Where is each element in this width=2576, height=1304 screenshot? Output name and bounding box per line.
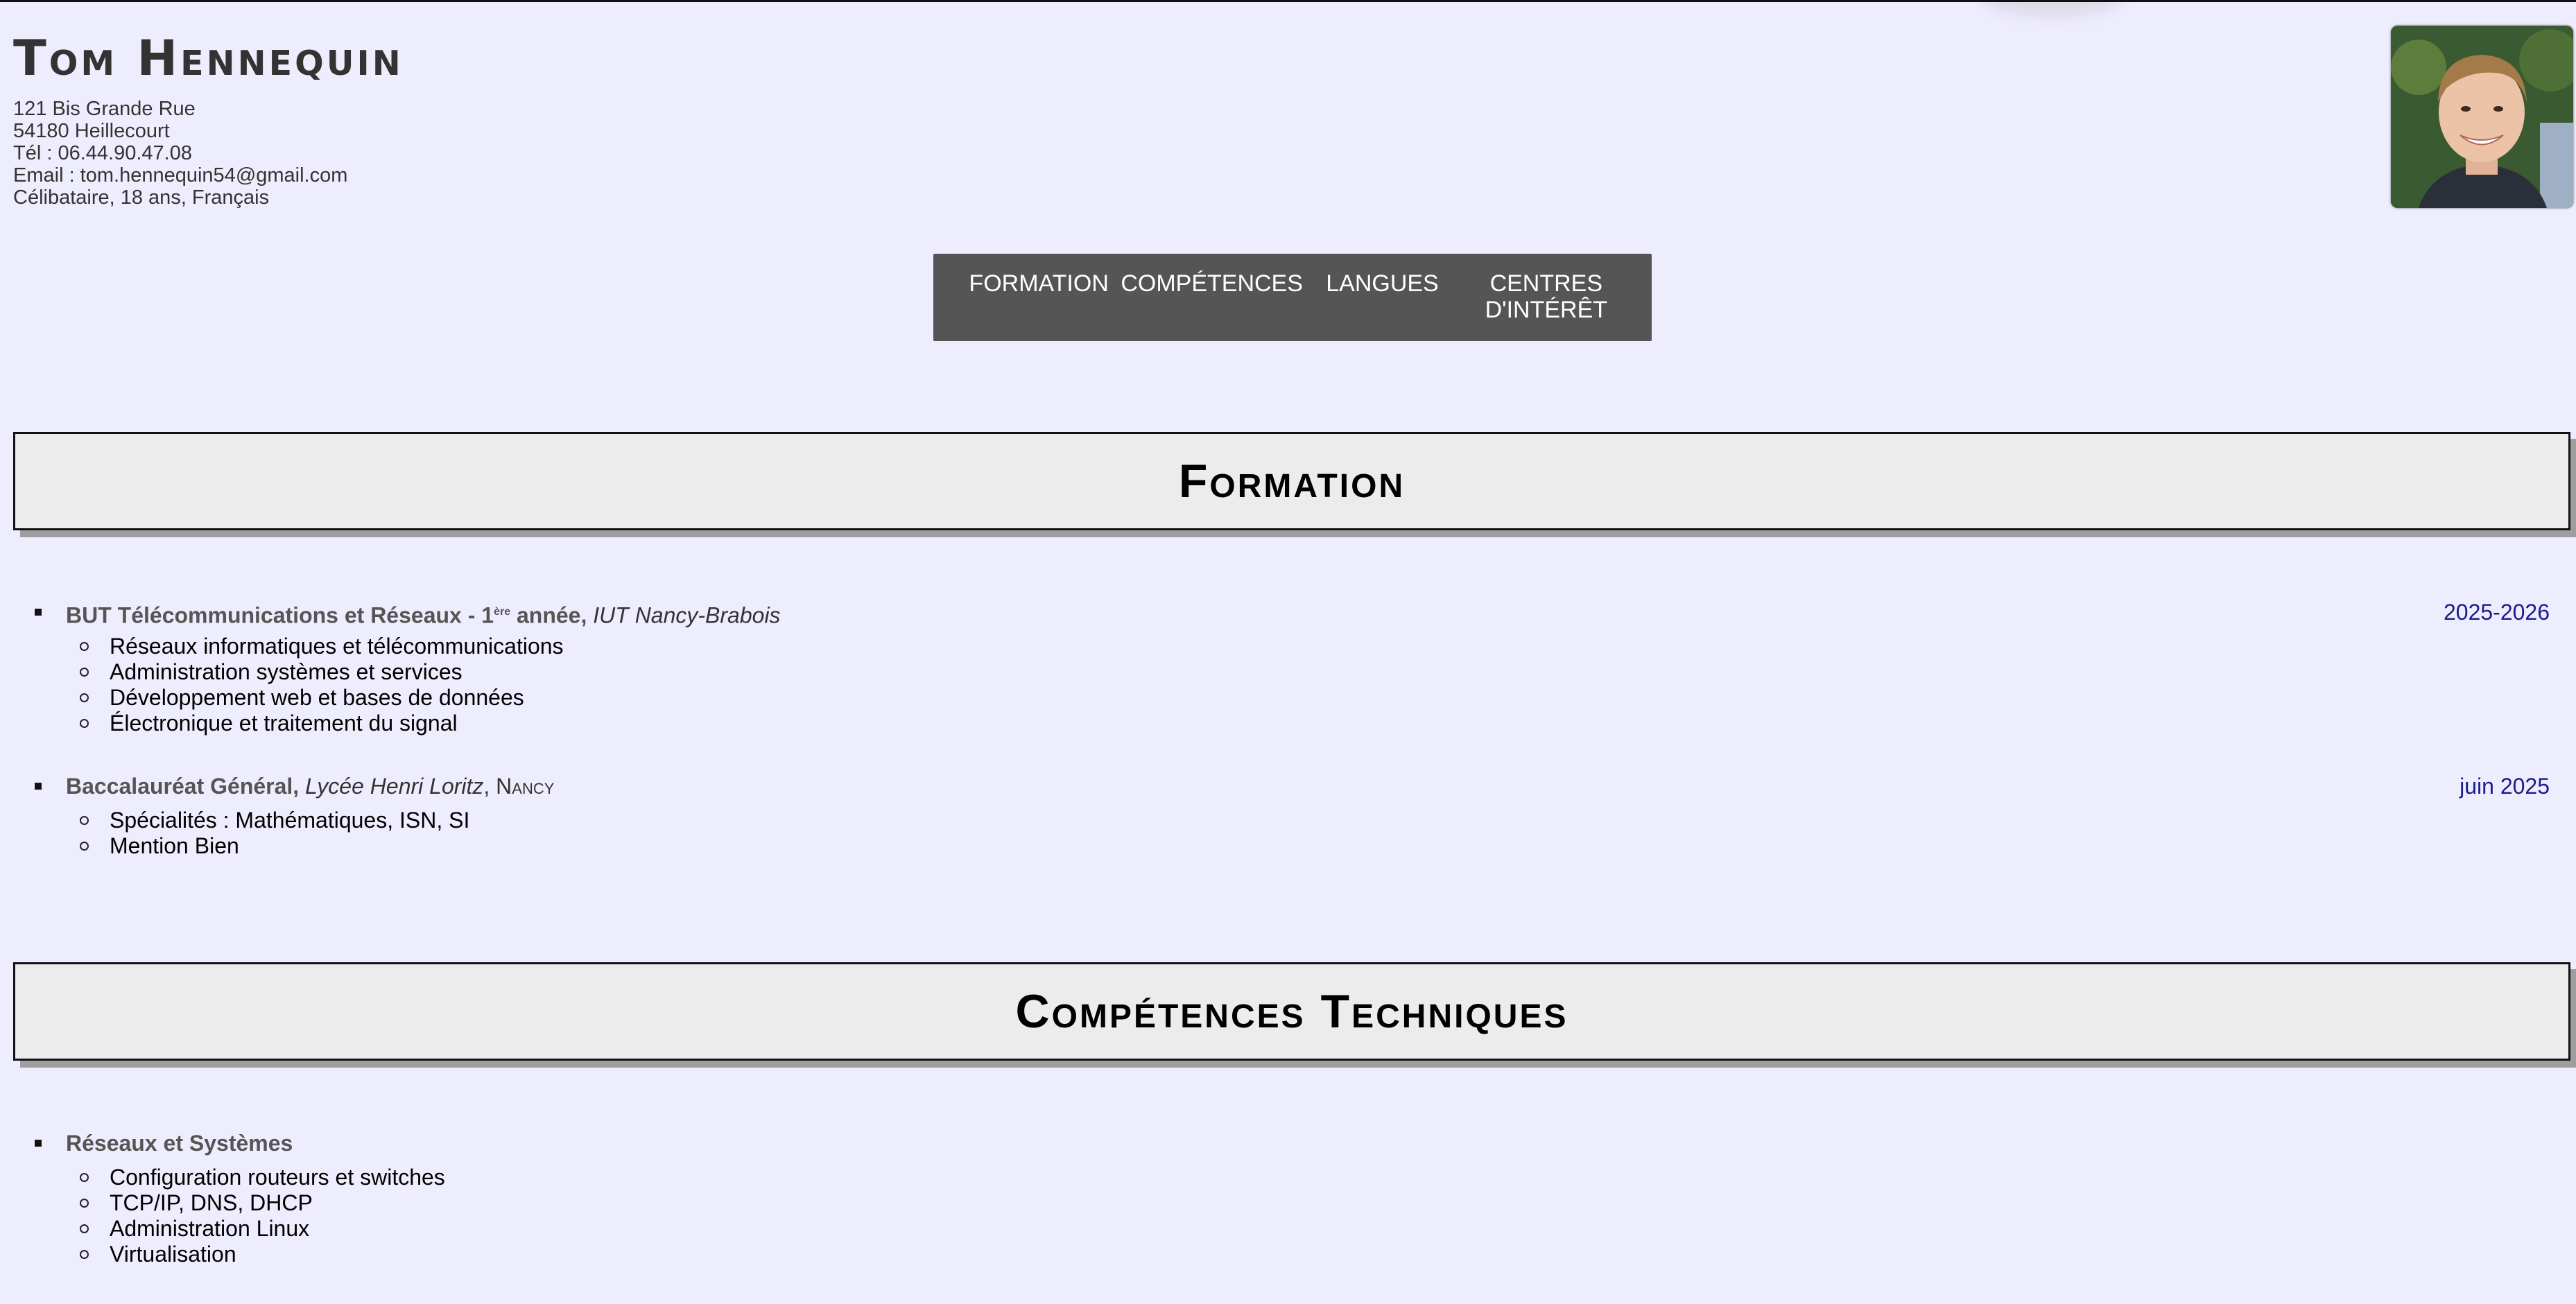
institution-name: IUT Nancy-Brabois [593,602,781,628]
category-name: Réseaux et Systèmes [66,1131,293,1156]
degree-suffix: année, [510,602,594,628]
entry-heading: BUT Télécommunications et Réseaux - 1ère… [35,599,781,629]
list-item: Spécialités : Mathématiques, ISN, SI [79,808,470,833]
list-item: Administration Linux [80,1216,445,1242]
institution-name: Lycée Henri Loritz [305,774,484,799]
formation-title: Formation [1178,455,1406,507]
degree-name: Baccalauréat Général, [66,774,306,799]
list-item: Mention Bien [79,833,469,859]
course-list: Réseaux informatiques et télécommunicati… [80,634,564,736]
list-item: Électronique et traitement du signal [80,711,564,736]
competences-title: Compétences Techniques [1015,985,1568,1038]
list-item: Réseaux informatiques et télécommunicati… [80,634,564,659]
email-address: Email : tom.hennequin54@gmail.com [13,164,348,186]
nav-centres-interet[interactable]: CENTRES D'INTÉRÊT [1464,254,1628,341]
ordinal-suffix: ère [494,606,511,618]
nav-langues[interactable]: LANGUES [1300,254,1464,341]
top-shadow [1983,0,2122,16]
formation-section-header: Formation [13,432,2570,530]
entry-date: juin 2025 [2460,774,2550,799]
detail-list: Spécialités : Mathématiques, ISN, SI Men… [79,808,470,859]
personal-status: Célibataire, 18 ans, Français [13,186,270,209]
square-bullet-icon [35,783,42,790]
list-item: Administration systèmes et services [80,659,564,685]
skill-list: Configuration routeurs et switches TCP/I… [80,1165,445,1267]
profile-photo [2391,26,2573,208]
entry-date: 2025-2026 [2443,600,2550,625]
nav-competences[interactable]: COMPÉTENCES [1121,254,1303,341]
city-name: Nancy [496,774,555,799]
person-name: Tom Hennequin [13,30,404,87]
list-item: Configuration routeurs et switches [80,1165,445,1190]
contact-info: 121 Bis Grande Rue 54180 Heillecourt Tél… [13,98,347,209]
phone-number: Tél : 06.44.90.47.08 [13,142,192,164]
entry-heading: Baccalauréat Général, Lycée Henri Loritz… [35,773,555,799]
main-navigation: FORMATION COMPÉTENCES LANGUES CENTRES D'… [933,254,1652,341]
list-item: Développement web et bases de données [80,685,564,711]
square-bullet-icon [35,1140,42,1147]
nav-formation[interactable]: FORMATION [957,254,1121,341]
competences-section-header: Compétences Techniques [13,962,2570,1061]
address-line-2: 54180 Heillecourt [13,120,170,142]
entry-heading: Réseaux et Systèmes [35,1130,293,1156]
square-bullet-icon [35,609,42,616]
address-line-1: 121 Bis Grande Rue [13,98,196,120]
degree-name: BUT Télécommunications et Réseaux - 1 [66,602,494,628]
list-item: Virtualisation [80,1242,445,1267]
city-separator: , [483,774,496,799]
list-item: TCP/IP, DNS, DHCP [80,1190,445,1216]
